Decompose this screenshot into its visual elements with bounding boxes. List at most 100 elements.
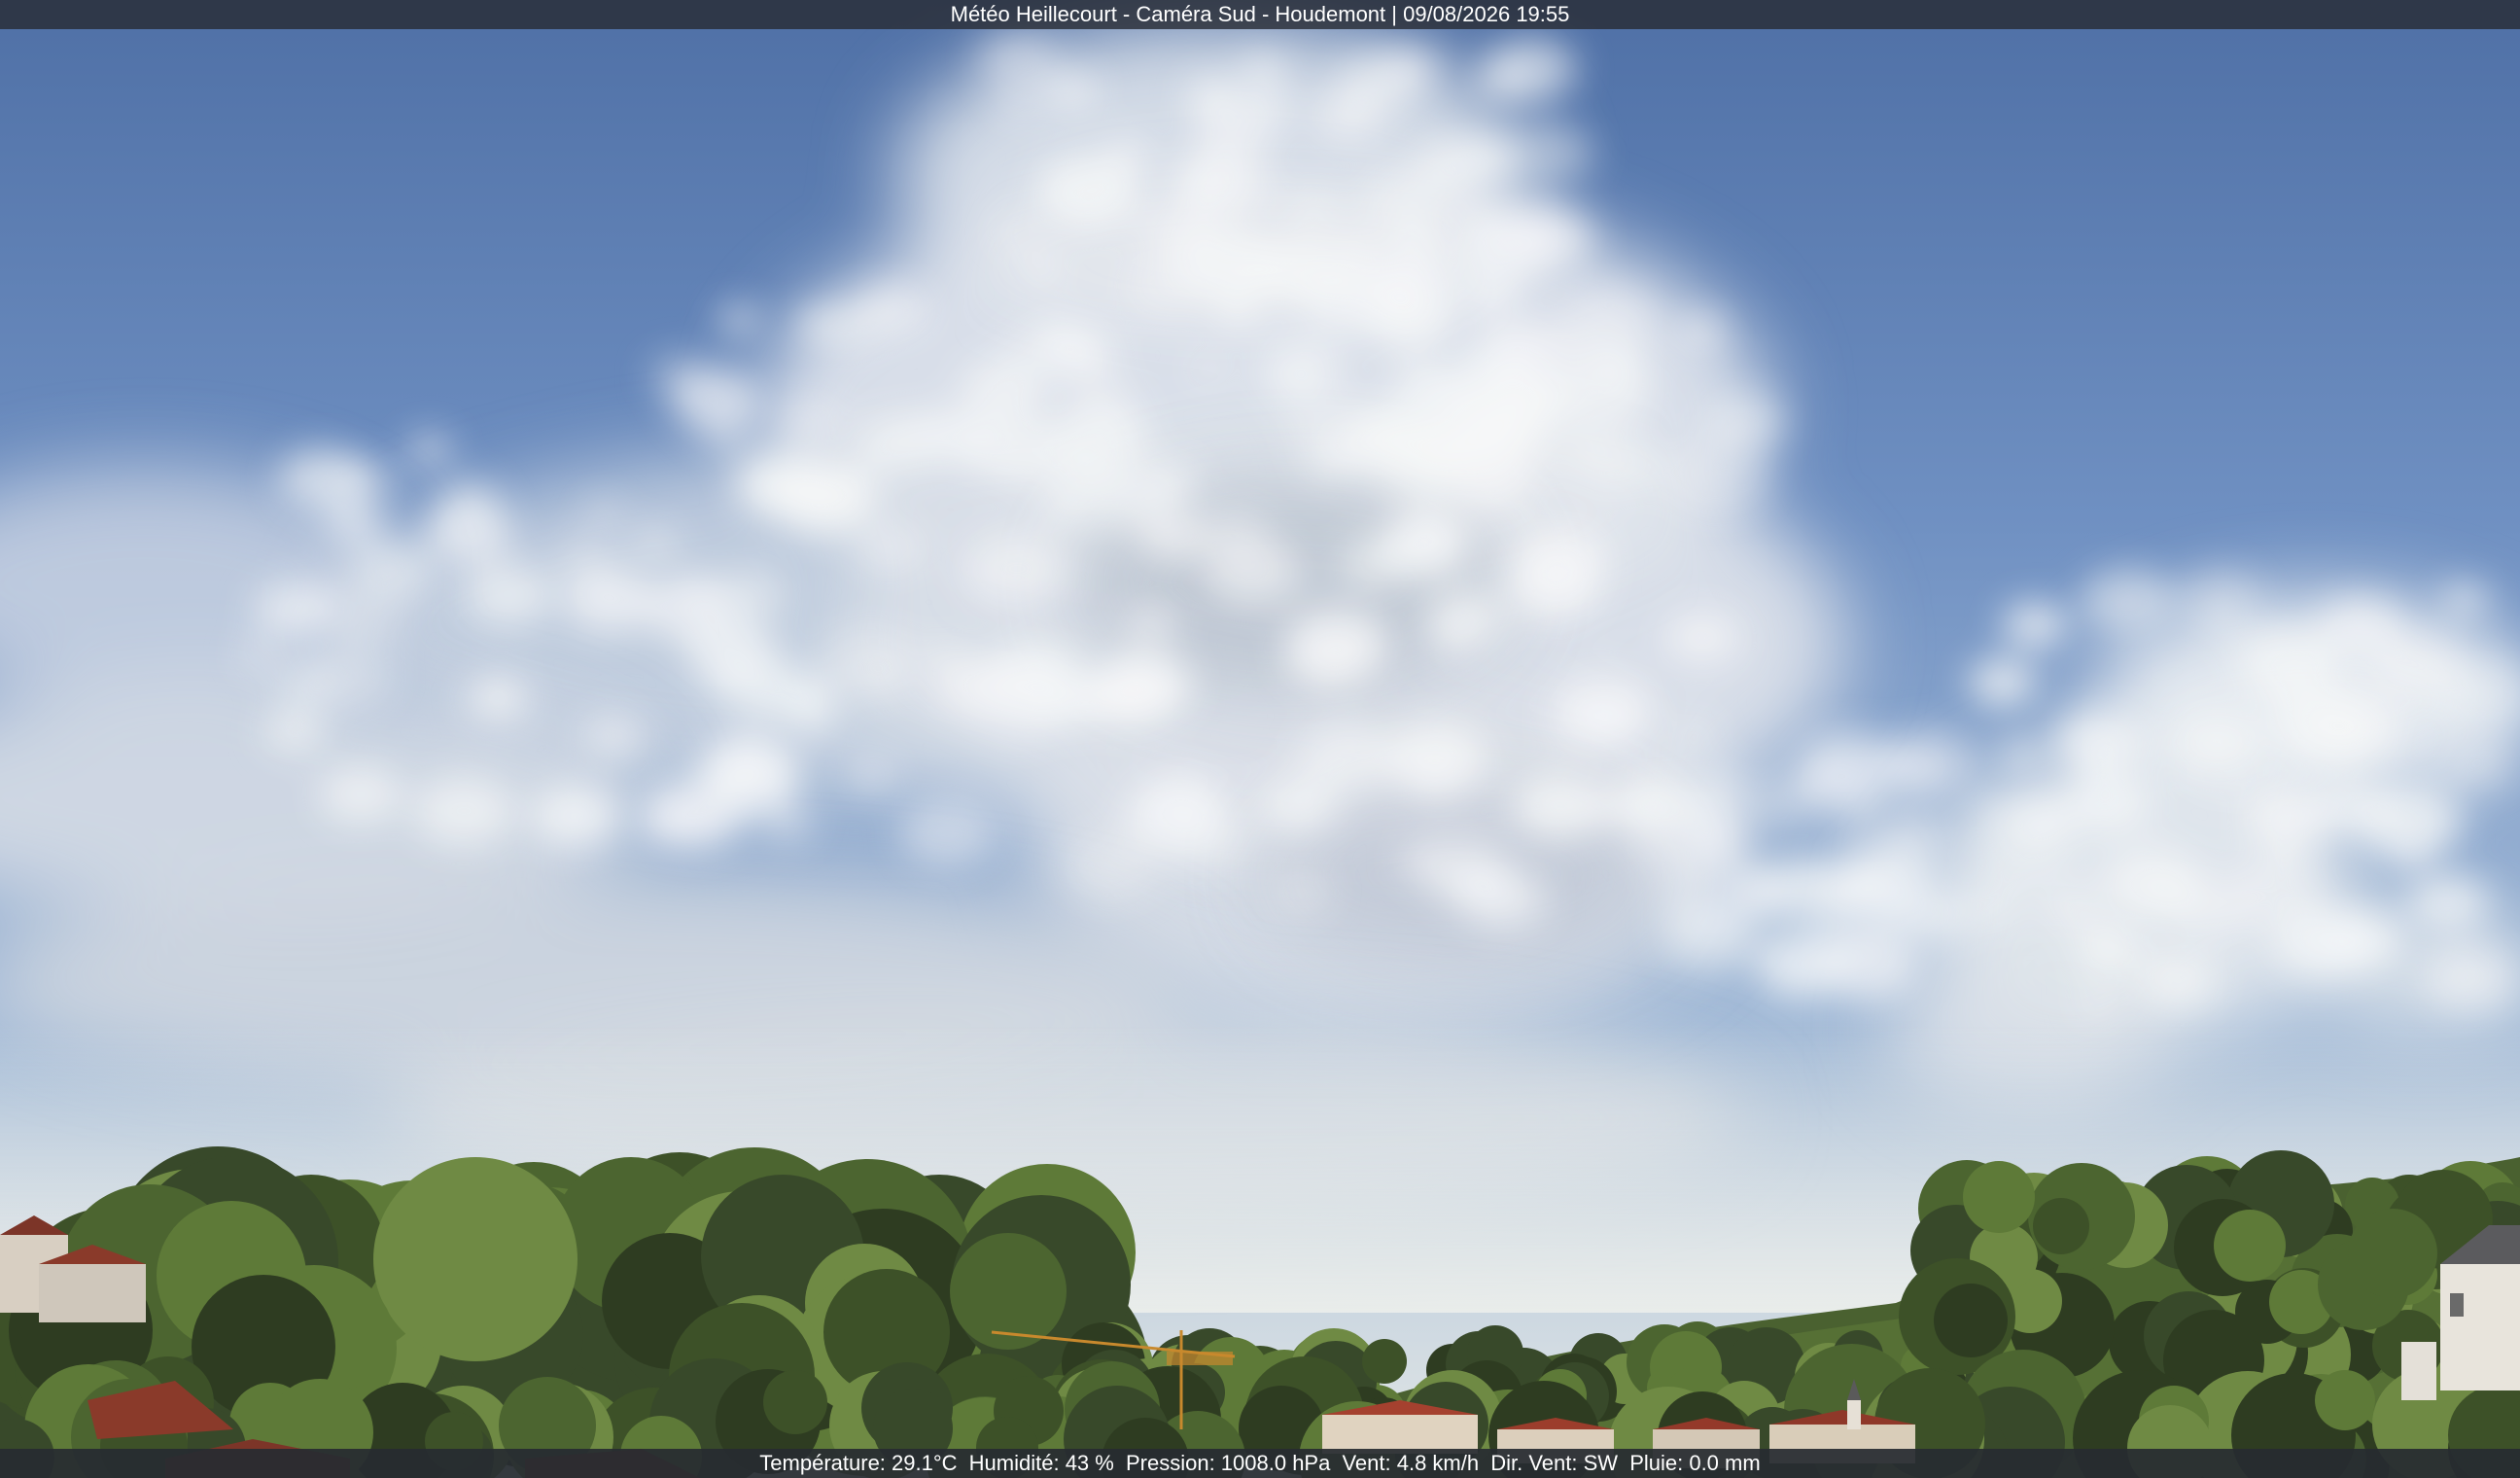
wind-speed-reading: Vent: 4.8 km/h: [1342, 1451, 1480, 1475]
cloud-puff: [2051, 707, 2151, 777]
cloud-puff: [563, 567, 656, 633]
cloud-puff: [931, 657, 1017, 718]
tree-canopy: [2348, 1209, 2437, 1298]
cloud-puff: [530, 785, 619, 847]
cloud-puff: [1513, 124, 1594, 181]
cloud-puff: [1405, 759, 1461, 800]
cloud-puff: [2100, 845, 2205, 919]
cloud-puff: [1013, 634, 1048, 659]
cloud-puff: [1123, 604, 1179, 643]
cloud-puff: [1452, 458, 1534, 514]
cloud-puff: [1312, 91, 1384, 142]
cloud-puff: [1438, 858, 1516, 912]
cloud-puff: [1702, 777, 1755, 814]
cloud-puff: [1301, 445, 1349, 480]
cloud-puff: [1243, 93, 1294, 128]
wind-direction-reading: Dir. Vent: SW: [1490, 1451, 1619, 1475]
cloud-puff: [586, 501, 621, 526]
cloud-puff: [2317, 911, 2404, 971]
cloud-puff: [2225, 856, 2323, 924]
cloud-puff: [1320, 627, 1388, 674]
pressure-reading: Pression: 1008.0 hPa: [1125, 1451, 1331, 1475]
cloud-puff: [412, 775, 515, 847]
cloud-puff: [2137, 952, 2219, 1008]
cloud-puff: [1266, 376, 1316, 411]
tree-canopy: [1963, 1161, 2035, 1233]
cloud-puff: [278, 448, 368, 510]
cloud-puff: [899, 800, 995, 866]
tree-canopy: [373, 1157, 578, 1361]
cloud-puff: [1661, 438, 1769, 513]
cloud-puff: [1044, 72, 1099, 111]
cloud-puff: [2077, 987, 2119, 1016]
cloud-puff: [2406, 874, 2490, 933]
cloud-puff: [1274, 872, 1332, 913]
weather-readout-bar: Température: 29.1°C Humidité: 43 % Press…: [0, 1449, 2520, 1478]
cloud-puff: [348, 542, 434, 602]
cloud-puff: [1187, 79, 1240, 116]
cloud-puff: [777, 397, 845, 443]
cloud-puff: [1334, 538, 1410, 590]
tree-canopy: [1934, 1284, 2008, 1357]
cloud-puff: [702, 421, 751, 456]
cloud-puff: [1426, 589, 1506, 646]
cloud-puff: [1382, 49, 1439, 89]
cloud-puff: [474, 679, 523, 714]
cloud-puff: [253, 582, 331, 637]
cloud-puff: [2442, 584, 2487, 616]
cloud-puff: [1550, 666, 1657, 742]
cloud-puff: [2002, 602, 2068, 649]
cloud-puff: [2075, 926, 2141, 972]
cloud-puff: [638, 796, 706, 845]
cloud-puff: [718, 305, 760, 334]
cloud-puff: [1284, 188, 1345, 229]
cloud-puff: [318, 764, 403, 825]
tree-canopy: [2033, 1198, 2089, 1254]
webcam-image: [0, 0, 2520, 1478]
cloud-puff: [2080, 569, 2175, 635]
cloud-puff: [1297, 722, 1398, 792]
cloud-puff: [2063, 773, 2152, 835]
cloud-puff: [1969, 658, 2037, 707]
cloud-puff: [1034, 154, 1141, 229]
cloud-puff: [1893, 890, 1969, 942]
cloud-puff: [858, 421, 927, 468]
cloud-puff: [582, 715, 645, 757]
cloud-puff: [857, 524, 925, 571]
cloud-puff: [271, 661, 339, 708]
cloud-puff: [1198, 509, 1270, 559]
cloud-puff: [2441, 739, 2513, 790]
cloud-puff: [1669, 718, 1718, 751]
cloud-puff: [1455, 136, 1518, 181]
webcam-frame: Météo Heillecourt - Caméra Sud - Houdemo…: [0, 0, 2520, 1478]
cloud-puff: [977, 31, 1057, 88]
cloud-puff: [2201, 614, 2240, 641]
tree-canopy: [950, 1233, 1067, 1350]
cloud-puff: [962, 531, 1071, 607]
cloud-puff: [995, 216, 1041, 249]
cloud-puff: [1189, 355, 1230, 382]
cloud-puff: [1794, 758, 1872, 813]
cloud-puff: [1556, 361, 1653, 429]
cloud-puff: [2357, 785, 2462, 859]
cloud-puff: [1564, 288, 1656, 352]
cloud-puff: [1024, 255, 1059, 280]
cloud-puff: [1175, 229, 1280, 303]
cloud-puff: [829, 461, 878, 494]
humidity-reading: Humidité: 43 %: [968, 1451, 1114, 1475]
cloud-puff: [1755, 932, 1850, 998]
cloud-puff: [463, 563, 554, 627]
temperature-reading: Température: 29.1°C: [759, 1451, 958, 1475]
cloud-puff: [1974, 798, 2012, 826]
cloud-puff: [1459, 276, 1520, 319]
cloud-puff: [819, 626, 924, 700]
cloud-puff: [1366, 291, 1453, 351]
cloud-puff: [263, 710, 326, 753]
cloud-puff: [697, 736, 800, 808]
cloud-puff: [1749, 855, 1846, 923]
cloud-puff: [438, 480, 500, 523]
cloud-puff: [1509, 209, 1594, 269]
cloud-puff: [1242, 56, 1284, 88]
cloud-puff: [1463, 376, 1558, 442]
cloud-puff: [1047, 405, 1152, 479]
